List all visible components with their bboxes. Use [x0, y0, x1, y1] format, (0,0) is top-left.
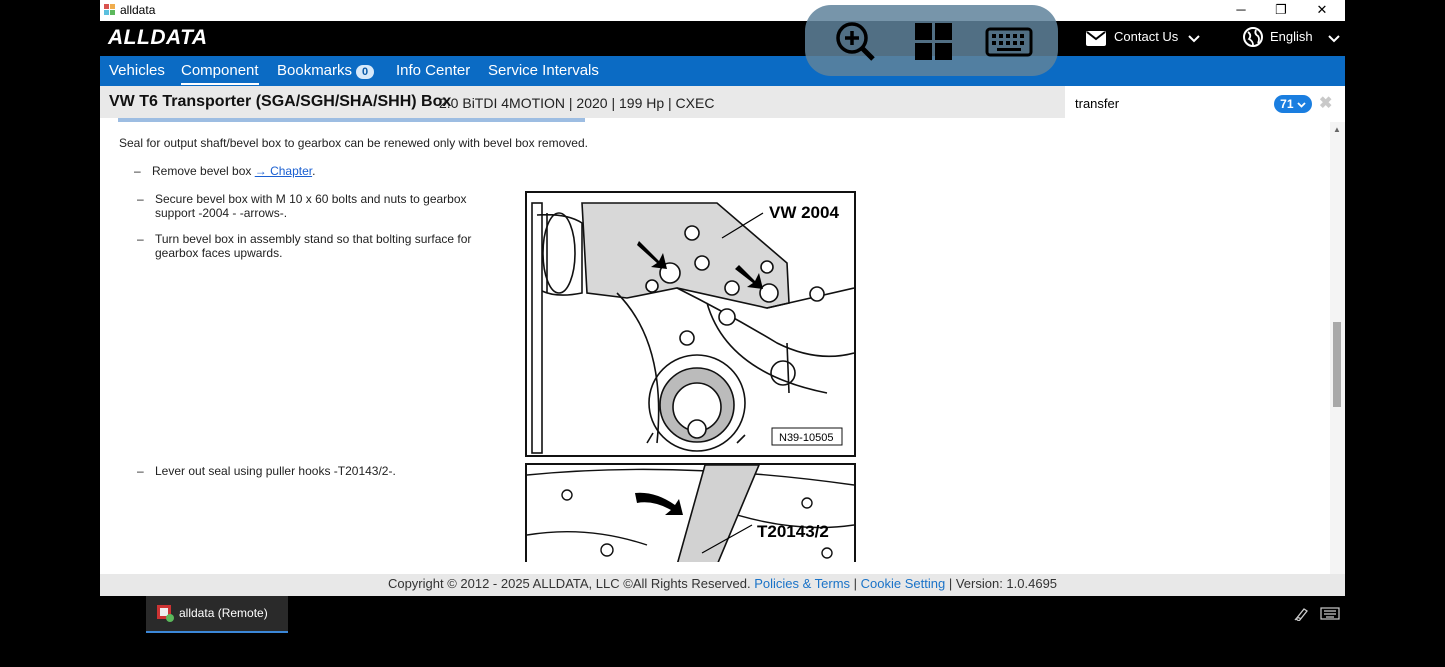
close-window-button[interactable]: ✕ — [1302, 0, 1342, 21]
figure2-tool-label: T20143/2 — [757, 522, 829, 541]
step-remove-bevel-box: – Remove bevel box → Chapter. — [134, 164, 316, 178]
search-result-count[interactable]: 71 — [1274, 95, 1312, 113]
step-text: Lever out seal using puller hooks -T2014… — [155, 464, 396, 478]
vehicle-specs: 2.0 BiTDI 4MOTION | 2020 | 199 Hp | CXEC — [439, 95, 715, 111]
chevron-down-icon — [1297, 102, 1306, 108]
intro-paragraph: Seal for output shaft/bevel box to gearb… — [119, 136, 588, 150]
seal-removal-diagram: T20143/2 — [527, 465, 854, 562]
nav-info-center[interactable]: Info Center — [396, 62, 470, 79]
search-panel[interactable]: transfer 71 ✖ — [1065, 86, 1345, 122]
search-query[interactable]: transfer — [1075, 96, 1119, 111]
app-icon — [104, 4, 115, 15]
chevron-down-icon[interactable] — [1188, 35, 1200, 43]
content-scrollbar[interactable]: ▲ — [1330, 122, 1345, 574]
envelope-icon — [1086, 31, 1106, 46]
vehicle-bar: VW T6 Transporter (SGA/SGH/SHA/SHH) Box … — [100, 86, 1065, 118]
minimize-button[interactable]: ─ — [1221, 0, 1261, 21]
taskbar-label: alldata (Remote) — [179, 606, 268, 620]
windows-icon[interactable] — [911, 19, 955, 63]
keyboard-icon[interactable] — [985, 19, 1033, 63]
step-text: Secure bevel box with M 10 x 60 bolts an… — [155, 192, 467, 220]
window-title: alldata — [120, 3, 156, 17]
step-turn-bevel-box: – Turn bevel box in assembly stand so th… — [137, 232, 485, 260]
page-footer: Copyright © 2012 - 2025 ALLDATA, LLC ©Al… — [100, 574, 1345, 596]
step-dash: – — [134, 164, 141, 178]
copyright-text: Copyright © 2012 - 2025 ALLDATA, LLC ©Al… — [387, 576, 751, 591]
app-header: ALLDATA Contact Us English — [100, 21, 1345, 56]
window-titlebar: alldata ─ ❐ ✕ — [100, 0, 1345, 21]
step-dash: – — [137, 232, 144, 246]
nav-bookmarks-label: Bookmarks — [277, 62, 353, 79]
document-content: Seal for output shaft/bevel box to gearb… — [100, 118, 1330, 562]
contact-us-link[interactable]: Contact Us — [1114, 29, 1178, 44]
maximize-button[interactable]: ❐ — [1261, 0, 1301, 21]
figure1-tool-label: VW 2004 — [769, 203, 839, 222]
step-text: Turn bevel box in assembly stand so that… — [155, 232, 472, 260]
step-dash: – — [137, 464, 144, 478]
bevel-box-diagram: VW 2004 N39-10505 — [531, 202, 854, 454]
clear-search-icon[interactable]: ✖ — [1319, 93, 1332, 113]
taskbar: alldata (Remote) — [100, 596, 1345, 633]
search-result-count-value: 71 — [1280, 97, 1294, 111]
footer-separator: | — [850, 576, 861, 591]
alldata-remote-icon — [157, 605, 174, 622]
remote-toolbar — [805, 5, 1058, 76]
step-text: Remove bevel box — [152, 164, 255, 178]
vehicle-name: VW T6 Transporter (SGA/SGH/SHA/SHH) Box — [109, 93, 452, 110]
chevron-down-icon[interactable] — [1328, 35, 1340, 43]
touch-keyboard-icon[interactable] — [1320, 607, 1340, 620]
scroll-up-icon[interactable]: ▲ — [1333, 125, 1341, 134]
app-window: alldata ─ ❐ ✕ ALLDATA Contact Us English… — [100, 0, 1345, 596]
figure-seal-removal: T20143/2 — [525, 463, 856, 562]
nav-bookmarks[interactable]: Bookmarks 0 — [277, 62, 375, 79]
nav-vehicles[interactable]: Vehicles — [109, 62, 165, 79]
alldata-logo[interactable]: ALLDATA — [108, 26, 208, 50]
scrollbar-thumb[interactable] — [1333, 322, 1341, 407]
taskbar-alldata-remote[interactable]: alldata (Remote) — [146, 596, 288, 633]
nav-service-intervals[interactable]: Service Intervals — [488, 62, 599, 79]
language-selector[interactable]: English — [1270, 29, 1313, 44]
bookmarks-count-badge: 0 — [356, 65, 375, 79]
main-nav: Vehicles Component Bookmarks 0 Info Cente… — [100, 56, 1345, 86]
step-suffix: . — [312, 164, 316, 178]
cookie-setting-link[interactable]: Cookie Setting — [861, 576, 946, 591]
step-secure-bevel-box: – Secure bevel box with M 10 x 60 bolts … — [137, 192, 485, 220]
figure-bevel-box-mount: VW 2004 N39-10505 — [525, 191, 856, 457]
figure1-ref: N39-10505 — [779, 432, 833, 444]
step-lever-out-seal: – Lever out seal using puller hooks -T20… — [137, 464, 485, 478]
step-dash: – — [137, 192, 144, 206]
chapter-link[interactable]: → Chapter — [255, 164, 312, 178]
policies-terms-link[interactable]: Policies & Terms — [754, 576, 850, 591]
highlight-strip — [118, 118, 585, 122]
globe-icon — [1243, 27, 1263, 47]
zoom-in-icon[interactable] — [833, 19, 877, 63]
version-text: | Version: 1.0.4695 — [945, 576, 1058, 591]
nav-component[interactable]: Component — [181, 62, 259, 85]
pen-icon[interactable] — [1294, 607, 1310, 621]
